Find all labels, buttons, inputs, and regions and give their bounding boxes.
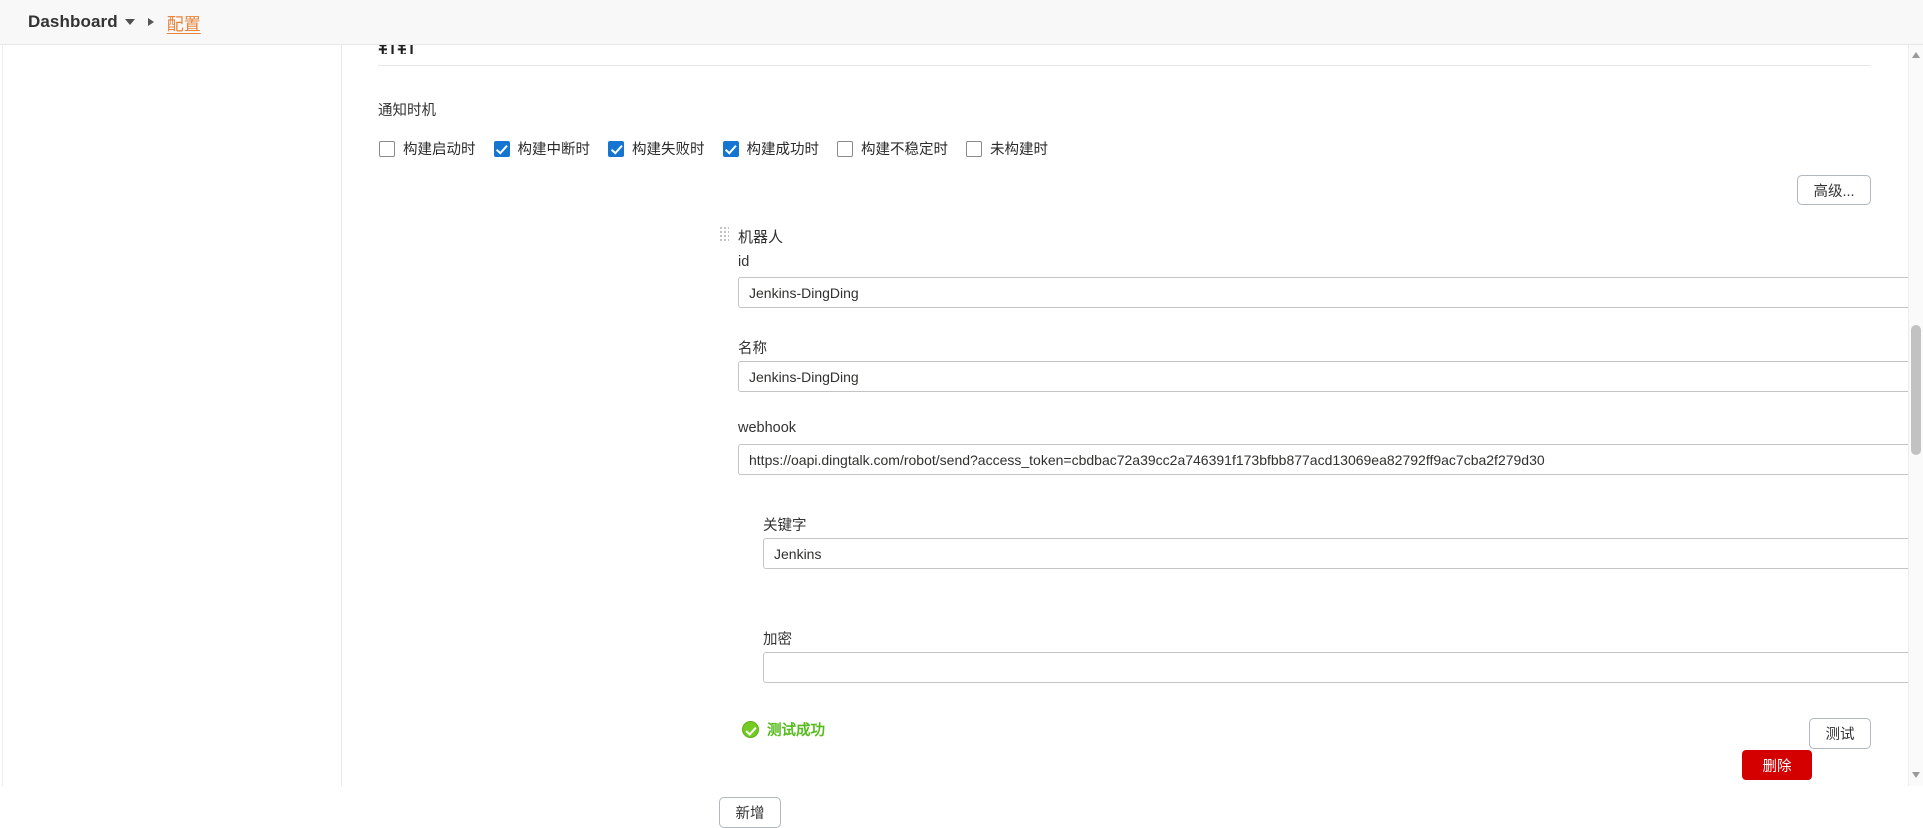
notify-timing-label: 通知时机: [378, 99, 436, 120]
field-label-webhook: webhook: [738, 420, 796, 436]
checkbox-build-aborted[interactable]: [494, 141, 510, 157]
left-rail-divider: [0, 45, 3, 786]
breadcrumb-separator-icon: [148, 18, 154, 26]
chevron-down-icon[interactable]: [125, 19, 135, 25]
add-robot-button[interactable]: 新增: [719, 797, 781, 828]
field-label-secret: 加密: [763, 628, 792, 649]
robot-keyword-input[interactable]: [763, 538, 1923, 569]
checkbox-not-built[interactable]: [966, 141, 982, 157]
checkbox-build-start[interactable]: [379, 141, 395, 157]
delete-button[interactable]: 删除: [1742, 750, 1812, 780]
checkbox-build-failed[interactable]: [608, 141, 624, 157]
checkbox-label-build-start[interactable]: 构建启动时: [403, 138, 476, 159]
robot-name-input[interactable]: [738, 361, 1923, 392]
checkbox-item-build-unstable[interactable]: 构建不稳定时: [837, 138, 948, 159]
breadcrumb-current-config[interactable]: 配置: [167, 10, 201, 35]
field-label-id: id: [738, 254, 749, 270]
robot-webhook-input[interactable]: [738, 444, 1923, 475]
robot-id-input[interactable]: [738, 277, 1923, 308]
checkbox-build-unstable[interactable]: [837, 141, 853, 157]
section-divider: [378, 65, 1871, 66]
robot-secret-input[interactable]: [763, 652, 1923, 683]
checkbox-item-build-start[interactable]: 构建启动时: [379, 138, 476, 159]
checkbox-label-build-aborted[interactable]: 构建中断时: [518, 138, 591, 159]
checkbox-item-build-success[interactable]: 构建成功时: [723, 138, 820, 159]
drag-grip-icon[interactable]: [719, 226, 729, 243]
robot-section-title: 机器人: [738, 226, 783, 247]
checkbox-label-build-failed[interactable]: 构建失败时: [632, 138, 705, 159]
scrollbar-thumb[interactable]: [1911, 325, 1921, 455]
success-check-icon: [742, 721, 759, 738]
field-label-keyword: 关键字: [763, 514, 807, 535]
checkbox-label-build-unstable[interactable]: 构建不稳定时: [861, 138, 948, 159]
checkbox-label-not-built[interactable]: 未构建时: [990, 138, 1048, 159]
test-button[interactable]: 测试: [1809, 718, 1871, 749]
breadcrumb-dashboard-link[interactable]: Dashboard: [28, 12, 118, 32]
test-result-text: 测试成功: [767, 719, 825, 740]
vertical-scrollbar[interactable]: [1908, 45, 1923, 786]
checkbox-item-not-built[interactable]: 未构建时: [966, 138, 1048, 159]
checkbox-label-build-success[interactable]: 构建成功时: [747, 138, 820, 159]
dingtalk-config-panel: 钉钉 通知时机 构建启动时 构建中断时 构建失败时 构建成功时 构建不稳定时 未…: [341, 45, 1901, 786]
breadcrumb-bar: Dashboard 配置: [0, 0, 1923, 45]
field-label-name: 名称: [738, 337, 767, 358]
advanced-button[interactable]: 高级...: [1797, 175, 1871, 205]
checkbox-build-success[interactable]: [723, 141, 739, 157]
scroll-down-arrow-icon[interactable]: [1912, 772, 1920, 778]
sidebar-empty-area: [4, 45, 341, 786]
test-result: 测试成功: [742, 719, 825, 740]
notify-timing-checkbox-group: 构建启动时 构建中断时 构建失败时 构建成功时 构建不稳定时 未构建时: [379, 138, 1066, 159]
checkbox-item-build-aborted[interactable]: 构建中断时: [494, 138, 591, 159]
scroll-up-arrow-icon[interactable]: [1912, 52, 1920, 58]
checkbox-item-build-failed[interactable]: 构建失败时: [608, 138, 705, 159]
